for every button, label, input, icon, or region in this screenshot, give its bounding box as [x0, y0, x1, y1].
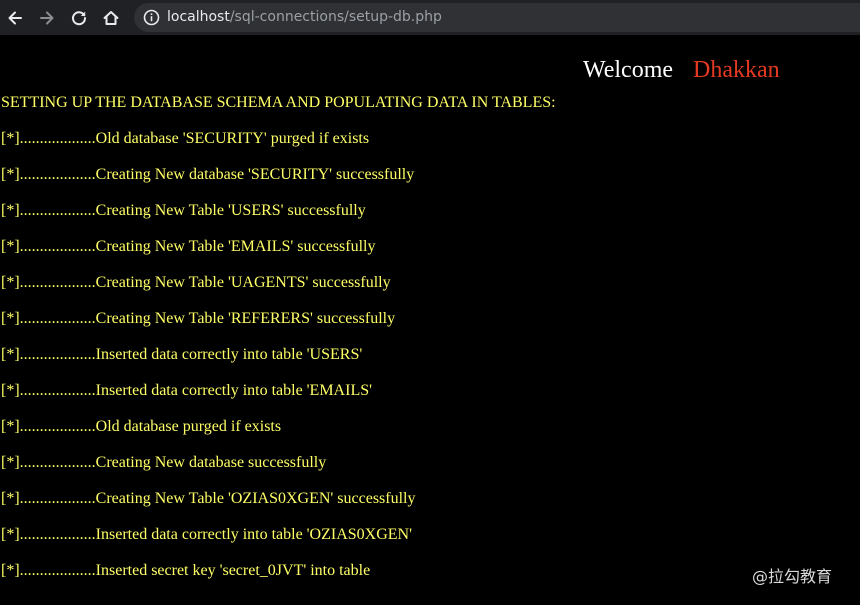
- address-bar[interactable]: localhost/sql-connections/setup-db.php: [134, 3, 860, 32]
- log-line: [*]...................Inserted secret ke…: [1, 562, 371, 579]
- log-line: [*]...................Creating New Table…: [1, 310, 396, 327]
- info-icon[interactable]: [143, 9, 160, 26]
- log-line: [*]...................Creating New Table…: [1, 202, 366, 219]
- url-host: localhost: [167, 9, 230, 25]
- browser-toolbar: localhost/sql-connections/setup-db.php: [0, 0, 860, 35]
- back-button[interactable]: [2, 5, 28, 31]
- log-line: [*]...................Creating New Table…: [1, 490, 416, 507]
- welcome-banner: Welcome Dhakkan: [583, 56, 780, 84]
- log-line: [*]...................Old database 'SECU…: [1, 130, 370, 147]
- forward-arrow-icon: [40, 11, 54, 25]
- log-line: [*]...................Creating New datab…: [1, 454, 327, 471]
- home-button[interactable]: [98, 5, 124, 31]
- log-line: [*]...................Inserted data corr…: [1, 346, 363, 363]
- forward-button[interactable]: [34, 5, 60, 31]
- log-line: [*]...................Inserted data corr…: [1, 526, 412, 543]
- setup-heading: SETTING UP THE DATABASE SCHEMA AND POPUL…: [1, 94, 556, 111]
- log-line: [*]...................Creating New datab…: [1, 166, 415, 183]
- reload-button[interactable]: [66, 5, 92, 31]
- log-line: [*]...................Creating New Table…: [1, 274, 391, 291]
- url-path: /sql-connections/setup-db.php: [229, 9, 442, 25]
- url-text[interactable]: localhost/sql-connections/setup-db.php: [167, 9, 442, 26]
- welcome-text: Welcome: [583, 57, 674, 83]
- home-icon: [103, 11, 119, 25]
- user-name: Dhakkan: [693, 57, 780, 83]
- log-line: [*]...................Old database purge…: [1, 418, 282, 435]
- log-line: [*]...................Creating New Table…: [1, 238, 376, 255]
- watermark: @拉勾教育: [751, 567, 832, 586]
- log-line: [*]...................Inserted data corr…: [1, 382, 372, 399]
- reload-icon: [72, 11, 87, 26]
- back-arrow-icon: [8, 11, 22, 25]
- setup-log: [*]...................Old database 'SECU…: [1, 129, 416, 597]
